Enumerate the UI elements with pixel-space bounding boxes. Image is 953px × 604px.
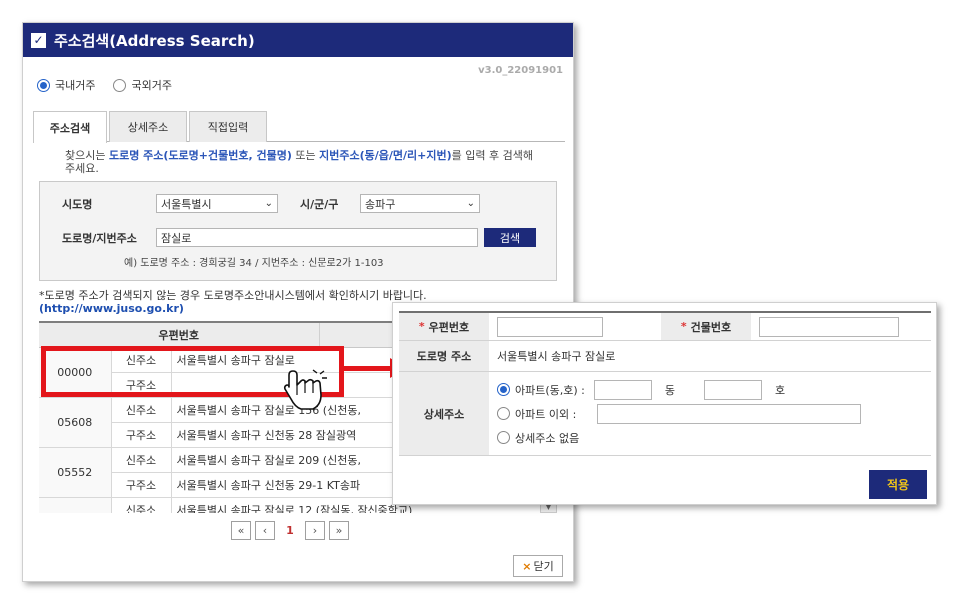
prev-page-button[interactable]: ‹ bbox=[255, 521, 275, 540]
chevron-down-icon: ⌄ bbox=[466, 198, 475, 209]
chevron-down-icon: ⌄ bbox=[264, 198, 273, 209]
required-icon: * bbox=[418, 320, 425, 333]
close-button[interactable]: × 닫기 bbox=[513, 555, 563, 577]
current-page[interactable]: 1 bbox=[279, 524, 301, 537]
zip-cell: 05608 bbox=[39, 397, 112, 448]
address-type: 구주소 bbox=[111, 422, 172, 448]
road-address-row: 도로명 주소 서울특별시 송파구 잠실로 bbox=[399, 341, 931, 372]
road-address-label: 도로명/지번주소 bbox=[62, 232, 137, 245]
other-detail-input[interactable] bbox=[597, 403, 862, 424]
tab-bar: 주소검색 상세주소 직접입력 bbox=[33, 111, 565, 143]
tab-detail-address[interactable]: 상세주소 bbox=[109, 111, 187, 142]
column-header-zip: 우편번호 bbox=[39, 323, 320, 348]
detail-address-row: 상세주소 아파트(동,호) : 동 호 아파트 이외 : 상세주소 없음 bbox=[399, 372, 931, 456]
pagination: « ‹ 1 › » bbox=[231, 521, 349, 540]
road-address-input[interactable]: 잠실로 bbox=[156, 228, 478, 247]
zip-cell: 05552 bbox=[39, 447, 112, 498]
zip-label: * 우편번호 bbox=[399, 313, 489, 340]
first-page-button[interactable]: « bbox=[231, 521, 251, 540]
road-address-value: 서울특별시 송파구 잠실로 bbox=[497, 350, 616, 363]
version-label: v3.0_22091901 bbox=[478, 65, 563, 76]
radio-domestic[interactable]: 국내거주 bbox=[37, 77, 95, 93]
radio-unchecked-icon bbox=[113, 78, 127, 92]
detail-form: * 우편번호 * 건물번호 도로명 주소 서울특별시 송파구 잠실로 상세주소 아파… bbox=[399, 311, 931, 456]
radio-unchecked-icon bbox=[497, 407, 510, 420]
address-type: 신주소 bbox=[111, 497, 172, 513]
sido-label: 시도명 bbox=[62, 198, 93, 211]
search-example: 예) 도로명 주소 : 경희궁길 34 / 지번주소 : 신문로2가 1-103 bbox=[124, 258, 384, 269]
tab-direct-input[interactable]: 직접입력 bbox=[189, 111, 267, 142]
zip-cell bbox=[39, 497, 112, 513]
dong-input[interactable] bbox=[593, 379, 652, 400]
search-guide-text: 찾으시는 도로명 주소(도로명+건물번호, 건물명) 또는 지번주소(동/읍/면… bbox=[65, 149, 534, 175]
detail-address-label: 상세주소 bbox=[399, 372, 489, 455]
address-type: 구주소 bbox=[111, 472, 172, 498]
sigungu-label: 시/군/구 bbox=[300, 198, 339, 211]
radio-checked-icon bbox=[497, 383, 510, 396]
pointer-hand-icon bbox=[283, 369, 327, 410]
zip-input[interactable] bbox=[497, 316, 603, 337]
search-button[interactable]: 검색 bbox=[484, 228, 536, 247]
road-address-label: 도로명 주소 bbox=[399, 341, 489, 371]
radio-overseas[interactable]: 국외거주 bbox=[113, 77, 172, 93]
radio-unchecked-icon bbox=[497, 431, 510, 444]
ho-input[interactable] bbox=[704, 379, 763, 400]
required-icon: * bbox=[680, 320, 687, 333]
radio-checked-icon bbox=[37, 78, 50, 92]
detail-address-panel: * 우편번호 * 건물번호 도로명 주소 서울특별시 송파구 잠실로 상세주소 아파… bbox=[392, 302, 937, 505]
next-page-button[interactable]: › bbox=[305, 521, 325, 540]
search-form: 시도명 서울특별시 ⌄ 시/군/구 송파구 ⌄ 도로명/지번주소 잠실로 검색 … bbox=[39, 181, 557, 281]
tab-address-search[interactable]: 주소검색 bbox=[33, 111, 107, 143]
option-no-detail[interactable]: 상세주소 없음 bbox=[497, 426, 579, 450]
sido-select[interactable]: 서울특별시 ⌄ bbox=[156, 194, 278, 213]
address-type: 신주소 bbox=[111, 397, 172, 423]
option-apartment[interactable]: 아파트(동,호) : 동 호 bbox=[497, 378, 785, 402]
checkbox-icon: ✓ bbox=[31, 32, 46, 48]
building-label: * 건물번호 bbox=[661, 313, 751, 340]
sigungu-select[interactable]: 송파구 ⌄ bbox=[360, 194, 480, 213]
address-type: 신주소 bbox=[111, 447, 172, 473]
title-bar: ✓ 주소검색(Address Search) bbox=[23, 23, 573, 57]
popup-title: 주소검색(Address Search) bbox=[54, 31, 255, 50]
apply-button[interactable]: 적용 bbox=[869, 470, 927, 499]
option-non-apartment[interactable]: 아파트 이외 : bbox=[497, 402, 862, 426]
building-number-input[interactable] bbox=[759, 316, 899, 337]
zip-building-row: * 우편번호 * 건물번호 bbox=[399, 311, 931, 341]
close-icon: × bbox=[522, 559, 532, 573]
arrow-line bbox=[344, 366, 392, 371]
last-page-button[interactable]: » bbox=[329, 521, 349, 540]
residence-radio-group: 국내거주 국외거주 bbox=[37, 77, 172, 93]
